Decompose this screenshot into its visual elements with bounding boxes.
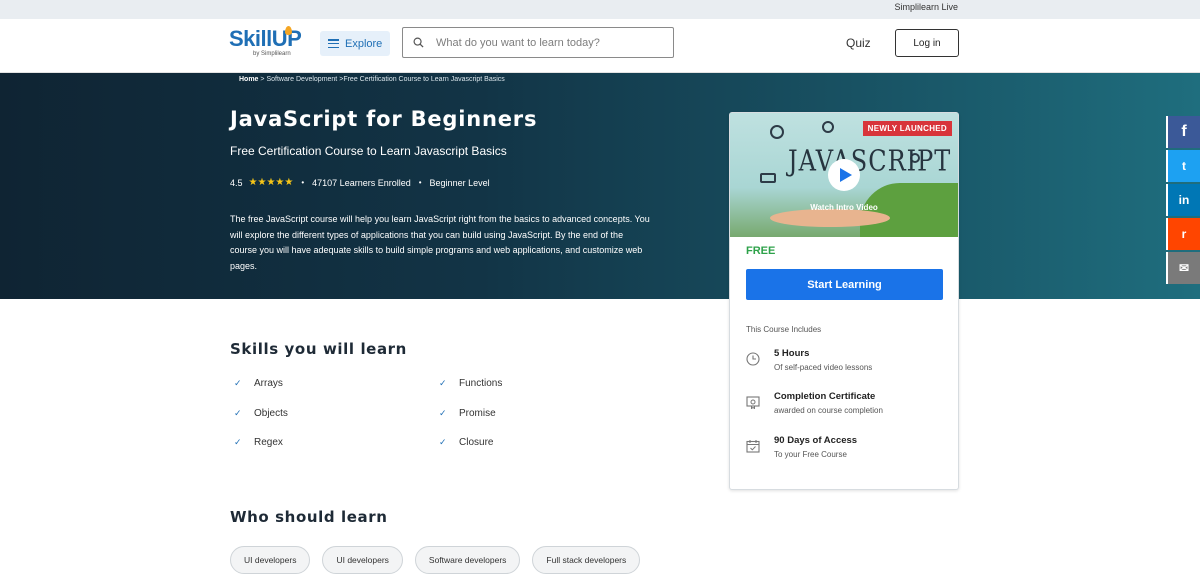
course-hero: Home > Software Development >Free Certif… <box>0 73 1200 299</box>
skill-item: ✓ Functions <box>439 378 502 389</box>
facebook-share-button[interactable]: f <box>1166 116 1200 148</box>
check-icon: ✓ <box>234 408 242 418</box>
twitter-share-button[interactable]: t <box>1166 150 1200 182</box>
check-icon: ✓ <box>439 408 447 418</box>
linkedin-share-button[interactable]: in <box>1166 184 1200 216</box>
learners-count: 47107 Learners Enrolled <box>312 177 411 188</box>
doodle-magnifier-icon <box>822 121 834 133</box>
hamburger-icon <box>328 39 339 48</box>
social-share-bar: f t in r ✉ <box>1166 116 1200 284</box>
include-title: 5 Hours <box>774 348 810 359</box>
start-learning-button[interactable]: Start Learning <box>746 269 943 300</box>
thumbnail-javascript-text: JAVASCRIPT <box>788 144 952 178</box>
audience-tag[interactable]: UI developers <box>230 546 311 574</box>
breadcrumb-home[interactable]: Home <box>239 76 258 83</box>
course-description: The free JavaScript course will help you… <box>230 214 650 271</box>
logo-flame-icon <box>285 26 292 35</box>
check-icon: ✓ <box>439 437 447 447</box>
skill-label: Closure <box>459 437 494 448</box>
price-label: FREE <box>746 245 776 257</box>
include-item-certificate: Completion Certificate awarded on course… <box>746 391 883 415</box>
check-icon: ✓ <box>234 378 242 388</box>
simplilearn-live-link[interactable]: Simplilearn Live <box>894 2 958 12</box>
audience-tag[interactable]: UI developers <box>322 546 403 574</box>
doodle-gear-icon <box>770 125 784 139</box>
play-button[interactable] <box>828 159 860 191</box>
course-level: Beginner Level <box>429 177 490 188</box>
audience-tags: UI developers UI developers Software dev… <box>230 546 641 574</box>
meta-separator: • <box>301 178 305 187</box>
include-subtitle: Of self-paced video lessons <box>774 363 873 372</box>
audience-tag[interactable]: Software developers <box>414 546 521 574</box>
skill-label: Promise <box>459 408 496 419</box>
newly-launched-badge: NEWLY LAUNCHED <box>862 121 952 136</box>
breadcrumb-current: Free Certification Course to Learn Javas… <box>343 76 505 83</box>
skillup-logo[interactable]: SkillUP by Simplilearn <box>229 26 302 64</box>
search-icon <box>413 37 424 48</box>
skill-item: ✓ Promise <box>439 408 496 419</box>
intro-video-thumbnail[interactable]: JAVASCRIPT NEWLY LAUNCHED Watch Intro Vi… <box>730 113 958 237</box>
calendar-icon <box>746 440 760 453</box>
quiz-link[interactable]: Quiz <box>846 36 871 50</box>
skill-item: ✓ Arrays <box>234 378 283 389</box>
explore-button[interactable]: Explore <box>320 31 390 56</box>
skill-label: Regex <box>254 437 283 448</box>
rating-value: 4.5 <box>230 177 243 188</box>
skill-label: Objects <box>254 408 288 419</box>
logo-subtitle: by Simplilearn <box>253 51 291 57</box>
skill-item: ✓ Closure <box>439 437 493 448</box>
search-input[interactable] <box>436 36 656 49</box>
skill-item: ✓ Regex <box>234 437 283 448</box>
email-share-button[interactable]: ✉ <box>1166 252 1200 284</box>
skill-label: Functions <box>459 378 503 389</box>
certificate-icon <box>746 396 760 409</box>
site-header: SkillUP by Simplilearn Explore Quiz Log … <box>0 19 1200 73</box>
skills-heading: Skills you will learn <box>230 340 407 358</box>
course-meta: 4.5 ★★★★★ • 47107 Learners Enrolled • Be… <box>230 177 490 188</box>
course-title: JavaScript for Beginners <box>230 107 538 131</box>
rating-stars: ★★★★★ <box>248 177 294 188</box>
login-button[interactable]: Log in <box>895 29 959 57</box>
includes-title: This Course Includes <box>746 325 822 334</box>
check-icon: ✓ <box>234 437 242 447</box>
skill-item: ✓ Objects <box>234 408 288 419</box>
top-strip: Simplilearn Live <box>0 0 1200 19</box>
audience-tag[interactable]: Full stack developers <box>532 546 641 574</box>
include-title: 90 Days of Access <box>774 435 858 446</box>
include-item-hours: 5 Hours Of self-paced video lessons <box>746 348 872 372</box>
meta-separator: • <box>418 178 422 187</box>
include-title: Completion Certificate <box>774 391 876 402</box>
reddit-share-button[interactable]: r <box>1166 218 1200 250</box>
watch-intro-label: Watch Intro Video <box>810 203 878 212</box>
course-card: JAVASCRIPT NEWLY LAUNCHED Watch Intro Vi… <box>729 112 959 490</box>
include-subtitle: awarded on course completion <box>774 406 883 415</box>
breadcrumb-category[interactable]: Software Development <box>266 76 337 83</box>
course-subtitle: Free Certification Course to Learn Javas… <box>230 144 507 158</box>
include-item-access: 90 Days of Access To your Free Course <box>746 435 857 459</box>
check-icon: ✓ <box>439 378 447 388</box>
play-icon <box>839 168 852 182</box>
include-subtitle: To your Free Course <box>774 450 847 459</box>
explore-label: Explore <box>345 37 383 50</box>
skill-label: Arrays <box>254 378 283 389</box>
breadcrumb: Home > Software Development >Free Certif… <box>239 76 505 83</box>
who-should-learn-heading: Who should learn <box>230 508 388 526</box>
doodle-laptop-icon <box>760 173 776 183</box>
search-box <box>402 27 674 58</box>
clock-icon <box>746 352 760 366</box>
